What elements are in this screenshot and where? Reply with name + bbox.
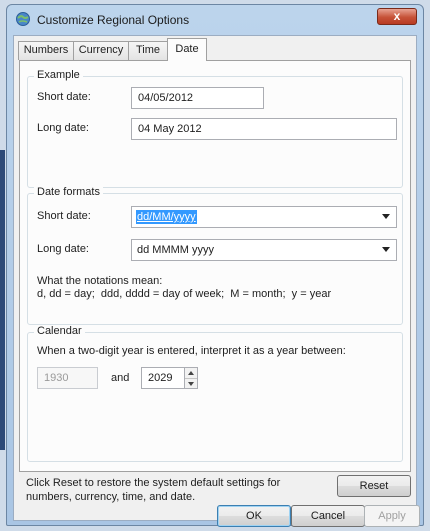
tab-time[interactable]: Time [128,41,168,60]
example-short-date-value: 04/05/2012 [138,92,194,104]
example-long-date-field: 04 May 2012 [131,118,397,140]
calendar-group: Calendar When a two-digit year is entere… [27,325,403,462]
dialog-window: Customize Regional Options x Numbers Cur… [6,4,424,527]
notation-text: d, dd = day; ddd, dddd = day of week; M … [37,288,332,300]
date-formats-group-title: Date formats [34,186,103,198]
tab-currency[interactable]: Currency [73,41,129,60]
chevron-down-icon[interactable] [382,214,390,219]
chevron-down-icon[interactable] [382,247,390,252]
start-year-field: 1930 [37,367,98,389]
cancel-button[interactable]: Cancel [291,505,365,527]
example-short-date-field: 04/05/2012 [131,87,264,109]
tab-date[interactable]: Date [167,38,207,61]
dialog-client: Numbers Currency Time Date Example Short… [13,35,417,521]
end-year-field[interactable]: 2029 [141,367,185,389]
apply-button[interactable]: Apply [364,505,420,527]
window-title: Customize Regional Options [37,13,190,27]
close-button[interactable]: x [377,8,417,25]
long-date-format-value[interactable]: dd MMMM yyyy [136,243,215,257]
reset-text-line2: numbers, currency, time, and date. [26,491,196,503]
regional-globe-icon [16,12,30,26]
date-formats-group: Date formats Short date: dd/MM/yyyy Long… [27,186,403,325]
and-label: and [111,372,130,384]
ok-button[interactable]: OK [217,505,291,527]
example-long-date-value: 04 May 2012 [138,123,202,135]
background-edge [0,150,5,450]
example-long-date-label: Long date: [37,122,89,134]
tab-numbers[interactable]: Numbers [18,41,74,60]
calendar-group-title: Calendar [34,325,85,337]
reset-button[interactable]: Reset [337,475,411,497]
end-year-spinner[interactable] [185,367,198,389]
reset-text-line1: Click Reset to restore the system defaul… [26,477,281,489]
spin-up-icon[interactable] [185,368,197,379]
notation-heading: What the notations mean: [37,275,163,287]
spin-down-icon[interactable] [185,379,197,389]
example-group-title: Example [34,69,83,81]
short-date-format-label: Short date: [37,210,91,222]
start-year-value: 1930 [44,372,69,384]
short-date-format-value[interactable]: dd/MM/yyyy [136,210,197,224]
date-tab-panel: Example Short date: 04/05/2012 Long date… [19,60,411,472]
example-group: Example Short date: 04/05/2012 Long date… [27,69,403,188]
two-digit-year-instruction: When a two-digit year is entered, interp… [37,345,346,357]
example-short-date-label: Short date: [37,91,91,103]
long-date-format-label: Long date: [37,243,89,255]
short-date-format-combo[interactable]: dd/MM/yyyy [131,206,397,228]
end-year-value[interactable]: 2029 [148,372,172,384]
close-icon: x [393,9,401,23]
long-date-format-combo[interactable]: dd MMMM yyyy [131,239,397,261]
